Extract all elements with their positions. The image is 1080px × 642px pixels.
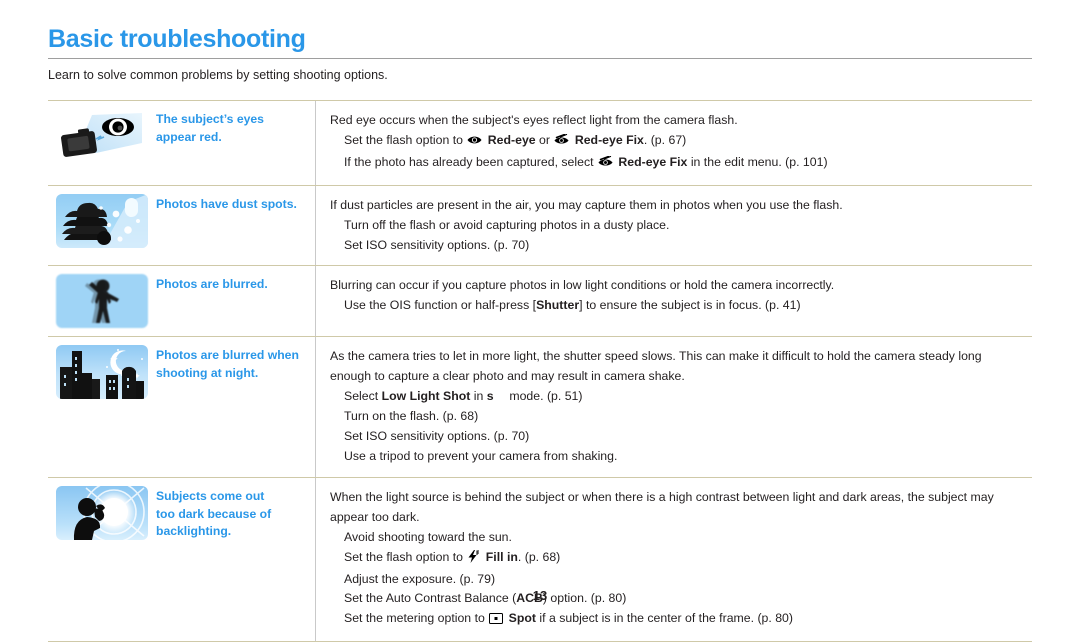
body-text: Set the flash option to <box>344 132 467 147</box>
body-line: When the light source is behind the subj… <box>330 488 1026 528</box>
body-text: If the photo has already been captured, … <box>344 154 597 169</box>
body-line: Set the metering option to Spot if a sub… <box>330 609 1026 631</box>
table-row: Photos are blurred. Blurring can occur if… <box>48 265 1032 337</box>
row-label-line: too dark because of <box>156 506 272 521</box>
body-line: Set the flash option to Fill in. (p. 68) <box>330 548 1026 570</box>
body-text: . (p. 68) <box>517 549 561 564</box>
row-label-cell: Subjects come out too dark because of back… <box>152 477 316 642</box>
row-body-cell: Red eye occurs when the subject's eyes r… <box>316 101 1032 185</box>
row-label-cell: The subject’s eyes appear red. <box>152 101 316 185</box>
row-icon-cell <box>48 478 152 641</box>
row-icon-cell <box>48 266 152 336</box>
body-text: ] to ensure the subject is in focus. (p.… <box>579 298 801 313</box>
body-text: Select <box>344 389 382 404</box>
body-text: Use the OIS function or half-press [ <box>344 298 537 313</box>
body-text: or <box>535 132 554 147</box>
fill-in-flash-icon <box>467 549 480 570</box>
title-divider <box>48 58 1032 60</box>
body-emphasis: Shutter <box>536 298 580 313</box>
body-text: mode. (p. 51) <box>493 389 583 404</box>
row-icon-cell <box>48 337 152 476</box>
body-text: If dust particles are present in the air… <box>330 197 843 212</box>
body-text: Adjust the exposure. (p. 79) <box>344 571 496 586</box>
body-emphasis: Low Light Shot <box>381 389 471 404</box>
row-label-cell: Photos are blurred. <box>152 266 316 337</box>
camera-red-eye-thumbnail <box>56 109 148 163</box>
troubleshooting-table: The subject’s eyes appear red. Red eye occ… <box>48 100 1032 642</box>
row-label-line: Photos have dust spots. <box>156 196 297 211</box>
page-header: Basic troubleshooting Learn to solve com… <box>48 26 1032 83</box>
document-page: Basic troubleshooting Learn to solve com… <box>0 0 1080 642</box>
body-text: Use a tripod to prevent your camera from… <box>344 448 618 463</box>
body-emphasis: Red-eye Fix <box>571 132 644 147</box>
body-text: in the edit menu. (p. 101) <box>687 154 828 169</box>
table-row: Photos have dust spots. If dust particles… <box>48 184 1032 266</box>
body-text: Set ISO sensitivity options. (p. 70) <box>344 237 530 252</box>
page-footer: 13 <box>0 588 1080 603</box>
body-line: Blurring can occur if you capture photos… <box>330 276 1026 296</box>
row-label-line: backlighting. <box>156 524 232 539</box>
body-text: Turn on the flash. (p. 68) <box>344 409 479 424</box>
red-eye-fix-icon <box>598 155 613 175</box>
body-text: . (p. 67) <box>643 132 687 147</box>
red-eye-icon <box>467 133 482 153</box>
body-emphasis: Red-eye Fix <box>614 154 688 169</box>
row-label-line: shooting at night. <box>156 366 259 381</box>
table-row: The subject’s eyes appear red. Red eye occ… <box>48 100 1032 185</box>
body-line: Red eye occurs when the subject's eyes r… <box>330 111 1026 131</box>
body-text: When the light source is behind the subj… <box>330 489 994 524</box>
red-eye-fix-icon <box>554 133 569 153</box>
row-label-cell: Photos are blurred when shooting at night… <box>152 337 316 477</box>
body-text: Blurring can occur if you capture photos… <box>330 278 835 293</box>
dust-spots-thumbnail <box>56 193 148 248</box>
row-body-cell: When the light source is behind the subj… <box>316 478 1032 641</box>
page-title: Basic troubleshooting <box>48 25 306 53</box>
night-city-thumbnail <box>56 345 148 400</box>
backlighting-thumbnail <box>56 485 148 540</box>
row-label-line: Subjects come out <box>156 488 265 503</box>
body-text: Set the flash option to <box>344 549 467 564</box>
page-number: 13 <box>532 588 548 603</box>
row-icon-cell <box>48 101 152 185</box>
row-label-line: appear red. <box>156 129 222 144</box>
body-emphasis: Spot <box>505 611 536 626</box>
body-line: As the camera tries to let in more light… <box>330 347 1026 387</box>
row-body-cell: As the camera tries to let in more light… <box>316 337 1032 476</box>
body-text: Set ISO sensitivity options. (p. 70) <box>344 429 530 444</box>
body-emphasis: Fill in <box>482 549 518 564</box>
body-line: If the photo has already been captured, … <box>330 153 1026 175</box>
table-row: Subjects come out too dark because of back… <box>48 476 1032 642</box>
body-line: Set ISO sensitivity options. (p. 70) <box>330 427 1026 447</box>
body-text: As the camera tries to let in more light… <box>330 349 982 384</box>
body-text: Set the metering option to <box>344 611 489 626</box>
table-row: Photos are blurred when shooting at night… <box>48 336 1032 477</box>
body-text: in <box>470 389 487 404</box>
body-line: Turn off the flash or avoid capturing ph… <box>330 216 1026 236</box>
body-text: Red eye occurs when the subject's eyes r… <box>330 113 738 127</box>
body-line: Avoid shooting toward the sun. <box>330 528 1026 548</box>
row-icon-cell <box>48 186 152 266</box>
body-text: Turn off the flash or avoid capturing ph… <box>344 217 670 232</box>
row-label-line: Photos are blurred when <box>156 348 299 363</box>
body-line: Adjust the exposure. (p. 79) <box>330 570 1026 590</box>
row-label-line: Photos are blurred. <box>156 277 268 292</box>
row-body-cell: Blurring can occur if you capture photos… <box>316 266 1032 336</box>
body-line: Turn on the flash. (p. 68) <box>330 407 1026 427</box>
body-line: Set the flash option to Red-eye or Red-e… <box>330 131 1026 153</box>
body-line: Set ISO sensitivity options. (p. 70) <box>330 236 1026 256</box>
body-line: If dust particles are present in the air… <box>330 196 1026 216</box>
spot-metering-icon <box>489 611 504 631</box>
blurred-person-thumbnail <box>56 274 148 329</box>
body-line: Use a tripod to prevent your camera from… <box>330 447 1026 467</box>
row-label-cell: Photos have dust spots. <box>152 185 316 266</box>
body-emphasis: s <box>486 389 494 404</box>
body-line: Select Low Light Shot in s mode. (p. 51) <box>330 387 1026 407</box>
page-subtitle: Learn to solve common problems by settin… <box>48 68 388 83</box>
body-line: Use the OIS function or half-press [Shut… <box>330 296 1026 316</box>
body-text: Avoid shooting toward the sun. <box>344 529 512 544</box>
row-body-cell: If dust particles are present in the air… <box>316 186 1032 266</box>
body-text: if a subject is in the center of the fra… <box>536 611 793 626</box>
body-emphasis: Red-eye <box>484 132 536 147</box>
row-label-line: The subject’s eyes <box>156 112 264 126</box>
